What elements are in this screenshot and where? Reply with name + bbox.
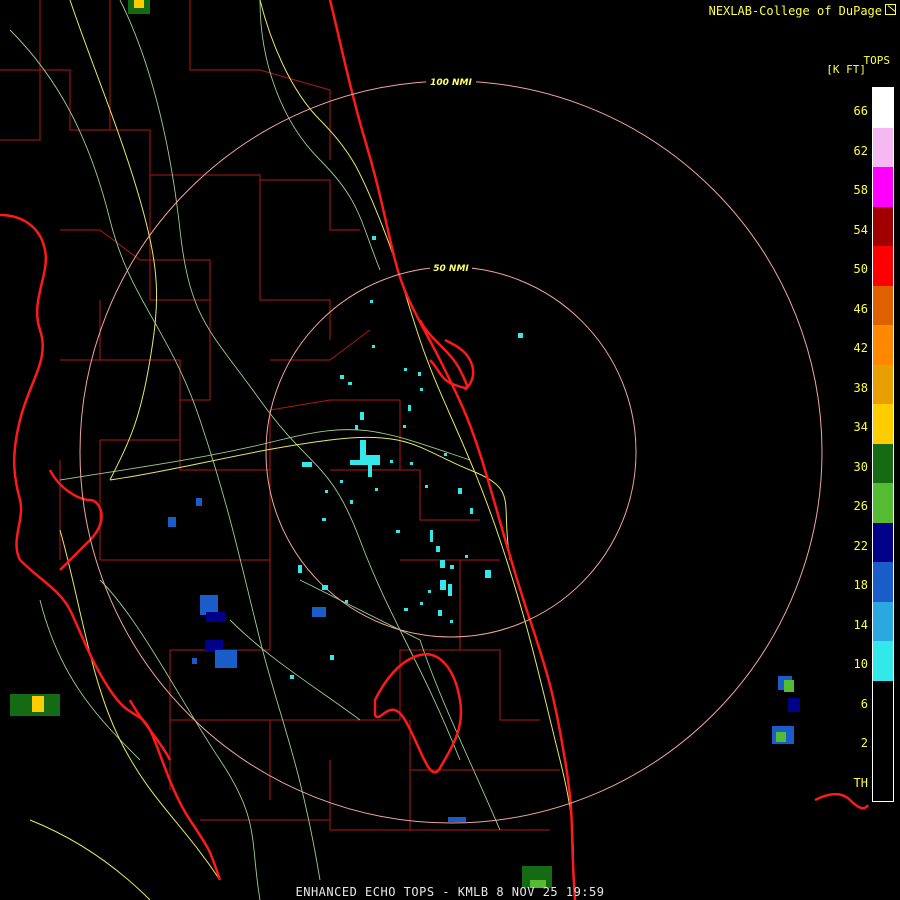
logo-icon <box>885 4 896 15</box>
legend-label: 66 <box>853 104 868 118</box>
legend-swatch <box>873 167 893 207</box>
legend-swatch <box>873 641 893 681</box>
legend-label: 34 <box>853 420 868 434</box>
legend-swatch <box>873 246 893 286</box>
ring-100-nmi <box>79 80 823 824</box>
ring-50-nmi <box>265 266 637 638</box>
legend-label: 10 <box>853 657 868 671</box>
legend-label: 2 <box>860 736 868 750</box>
credit-text: NEXLAB-College of DuPage <box>708 4 882 18</box>
legend-swatch <box>873 562 893 602</box>
range-rings <box>79 80 823 824</box>
legend-units: [K FT] <box>826 63 866 76</box>
legend-swatch <box>873 443 893 483</box>
legend-swatch <box>873 601 893 641</box>
legend-swatch <box>873 206 893 246</box>
legend-label: 26 <box>853 499 868 513</box>
legend-swatch <box>873 88 893 128</box>
legend-swatch <box>873 325 893 365</box>
legend-label: 58 <box>853 183 868 197</box>
product-label: ENHANCED ECHO TOPS - KMLB 8 NOV 25 19:59 <box>295 885 605 899</box>
legend-swatch <box>873 680 893 720</box>
legend-label: 42 <box>853 341 868 355</box>
echo-returns-blue <box>168 498 800 822</box>
legend-label: 30 <box>853 459 868 474</box>
legend-label: TH <box>853 775 868 790</box>
legend-label: 50 <box>853 262 868 276</box>
ring-label-100: 100 NMI <box>430 78 472 88</box>
ring-label-50: 50 NMI <box>433 264 469 274</box>
radar-map[interactable]: 100 NMI 50 NMI <box>0 0 900 900</box>
county-borders <box>0 0 560 831</box>
legend-label: 38 <box>853 380 868 395</box>
legend-swatch <box>873 364 893 404</box>
radar-viewer: 100 NMI 50 NMI NEXLAB-College of DuPage … <box>0 0 900 900</box>
legend-swatch <box>873 285 893 325</box>
legend-label: 54 <box>853 222 868 237</box>
legend-label: 14 <box>853 617 868 632</box>
legend-label: 62 <box>853 143 868 158</box>
legend-label: 46 <box>853 301 868 316</box>
legend-label: 22 <box>853 538 868 553</box>
legend-swatch <box>873 127 893 167</box>
color-legend <box>872 87 894 802</box>
legend-swatch <box>873 483 893 523</box>
coastline <box>0 0 870 900</box>
legend-title: TOPS <box>863 54 891 67</box>
legend-label: 6 <box>860 696 868 711</box>
legend-swatch <box>873 404 893 444</box>
legend-label: 18 <box>853 578 868 592</box>
legend-swatch <box>873 522 893 562</box>
